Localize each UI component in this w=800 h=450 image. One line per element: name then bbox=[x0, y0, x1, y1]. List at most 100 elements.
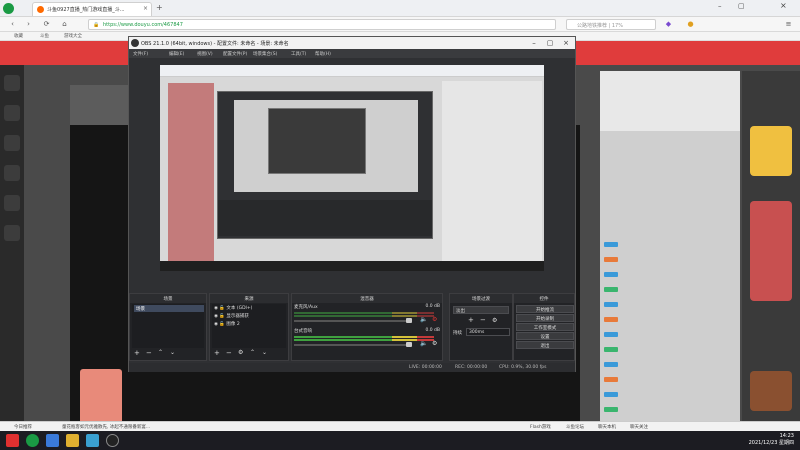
nav-item[interactable] bbox=[4, 165, 20, 181]
lock-icon[interactable]: 🔓 bbox=[219, 314, 225, 319]
studio-mode-button[interactable]: 工作室模式 bbox=[516, 323, 574, 331]
browser-logo-icon[interactable] bbox=[3, 3, 14, 14]
menu-icon[interactable]: ≡ bbox=[784, 20, 793, 29]
source-item[interactable]: ◉ 🔓 文本 (GDI+) bbox=[214, 305, 284, 312]
new-tab-button[interactable]: + bbox=[156, 3, 163, 12]
promo-banner[interactable] bbox=[750, 371, 792, 411]
gear-icon[interactable]: ⚙ bbox=[432, 340, 437, 347]
bookmark-item[interactable]: 收藏 bbox=[14, 33, 23, 39]
eye-icon[interactable]: ◉ bbox=[214, 306, 218, 311]
volume-fader-knob[interactable] bbox=[406, 342, 412, 347]
url-input[interactable]: 🔒 https://www.douyu.com/467847 bbox=[88, 19, 556, 30]
exit-button[interactable]: 退出 bbox=[516, 341, 574, 349]
promo-banner[interactable] bbox=[750, 126, 792, 176]
forward-button[interactable]: › bbox=[24, 20, 33, 29]
nav-item[interactable] bbox=[4, 75, 20, 91]
status-link[interactable]: Flash游戏 bbox=[530, 424, 551, 430]
source-item[interactable]: ◉ 🔓 显示器捕获 bbox=[214, 313, 284, 320]
search-input[interactable]: 公路地铁推荐 | 17% bbox=[566, 19, 656, 30]
transition-select[interactable]: 淡出 bbox=[453, 306, 509, 314]
transition-type: 淡出 bbox=[456, 309, 465, 314]
chat-message bbox=[604, 361, 734, 368]
status-link[interactable]: 斗鱼论坛 bbox=[566, 424, 584, 430]
lock-icon[interactable]: 🔓 bbox=[219, 306, 225, 311]
scenes-dock-title: 场景 bbox=[130, 294, 206, 303]
promo-card[interactable] bbox=[80, 369, 122, 425]
scene-up-icon[interactable]: ⌃ bbox=[158, 349, 163, 356]
back-button[interactable]: ‹ bbox=[8, 20, 17, 29]
nav-item[interactable] bbox=[4, 225, 20, 241]
transition-settings-icon[interactable]: ⚙ bbox=[492, 317, 497, 324]
start-recording-button[interactable]: 开始录制 bbox=[516, 314, 574, 322]
menu-tools[interactable]: 工具(T) bbox=[291, 51, 306, 57]
source-item[interactable]: ◉ 🔓 图像 2 bbox=[214, 321, 284, 328]
add-transition-icon[interactable]: + bbox=[468, 316, 474, 324]
remove-transition-icon[interactable]: − bbox=[480, 316, 486, 324]
add-source-icon[interactable]: + bbox=[214, 349, 220, 357]
volume-fader-knob[interactable] bbox=[406, 318, 412, 323]
menu-profile[interactable]: 配置文件(P) bbox=[223, 51, 247, 57]
taskbar-clock[interactable]: 14:23 2021/12/23 星期四 bbox=[749, 433, 794, 447]
promo-banner[interactable] bbox=[750, 201, 792, 301]
lock-icon[interactable]: 🔓 bbox=[219, 322, 225, 327]
eye-icon[interactable]: ◉ bbox=[214, 314, 218, 319]
duration-input[interactable]: 300ms bbox=[466, 328, 510, 336]
nav-item[interactable] bbox=[4, 135, 20, 151]
remove-source-icon[interactable]: − bbox=[226, 349, 232, 357]
speaker-icon[interactable]: 🔈 bbox=[420, 340, 427, 347]
nav-item[interactable] bbox=[4, 105, 20, 121]
source-down-icon[interactable]: ⌄ bbox=[262, 349, 267, 356]
start-icon[interactable] bbox=[6, 434, 19, 447]
browser-tab[interactable]: 斗鱼0927直播_热门游戏直播_斗... × bbox=[32, 2, 152, 16]
obs-preview[interactable] bbox=[160, 65, 544, 271]
browser-tab-bar: 斗鱼0927直播_热门游戏直播_斗... × + – ▢ × bbox=[0, 0, 800, 17]
extension-icon[interactable]: ◆ bbox=[664, 20, 673, 29]
recommend-label[interactable]: 今日推荐 bbox=[14, 424, 32, 430]
user-icon[interactable]: ● bbox=[686, 20, 695, 29]
obs-maximize-icon[interactable]: ▢ bbox=[545, 39, 555, 47]
status-link[interactable]: 聊天本机 bbox=[598, 424, 616, 430]
obs-taskbar-icon[interactable] bbox=[106, 434, 119, 447]
mixer-dock: 混音器 麦克风/Aux 0.0 dB 🔈 ⚙ 台式音响 0.0 dB 🔈 ⚙ bbox=[291, 293, 443, 361]
eye-icon[interactable]: ◉ bbox=[214, 322, 218, 327]
chat-message bbox=[604, 406, 734, 413]
track-db: 0.0 dB bbox=[425, 328, 440, 333]
home-button[interactable]: ⌂ bbox=[60, 20, 69, 29]
sources-dock: 来源 ◉ 🔓 文本 (GDI+) ◉ 🔓 显示器捕获 ◉ 🔓 图像 2 + − … bbox=[209, 293, 289, 361]
news-ticker[interactable]: 童花瓶客如元优雅散先, 冰起不通限番新宴... bbox=[62, 424, 150, 430]
bookmark-item[interactable]: 斗鱼 bbox=[40, 33, 49, 39]
app-taskbar-icon[interactable] bbox=[86, 434, 99, 447]
status-link[interactable]: 聊天关注 bbox=[630, 424, 648, 430]
settings-button[interactable]: 设置 bbox=[516, 332, 574, 340]
window-minimize-icon[interactable]: – bbox=[718, 2, 722, 10]
scene-down-icon[interactable]: ⌄ bbox=[170, 349, 175, 356]
menu-file[interactable]: 文件(F) bbox=[133, 51, 148, 57]
store-taskbar-icon[interactable] bbox=[46, 434, 59, 447]
scene-item[interactable]: 场景 bbox=[134, 305, 204, 312]
speaker-icon[interactable]: 🔈 bbox=[420, 316, 427, 323]
browser-taskbar-icon[interactable] bbox=[26, 434, 39, 447]
refresh-button[interactable]: ⟳ bbox=[42, 20, 51, 29]
remove-scene-icon[interactable]: − bbox=[146, 349, 152, 357]
chat-message bbox=[604, 241, 734, 248]
window-close-icon[interactable]: × bbox=[780, 1, 787, 10]
source-settings-icon[interactable]: ⚙ bbox=[238, 349, 243, 356]
menu-edit[interactable]: 编辑(E) bbox=[169, 51, 184, 57]
nav-item[interactable] bbox=[4, 195, 20, 211]
gear-icon[interactable]: ⚙ bbox=[432, 316, 437, 323]
volume-fader[interactable] bbox=[294, 320, 409, 322]
folder-taskbar-icon[interactable] bbox=[66, 434, 79, 447]
window-maximize-icon[interactable]: ▢ bbox=[738, 2, 745, 10]
volume-fader[interactable] bbox=[294, 344, 409, 346]
obs-close-icon[interactable]: × bbox=[561, 39, 571, 47]
start-streaming-button[interactable]: 开始推流 bbox=[516, 305, 574, 313]
obs-minimize-icon[interactable]: – bbox=[529, 39, 539, 47]
menu-view[interactable]: 视图(V) bbox=[197, 51, 213, 57]
douyu-favicon-icon bbox=[37, 6, 44, 13]
bookmark-item[interactable]: 游戏大全 bbox=[64, 33, 82, 39]
source-up-icon[interactable]: ⌃ bbox=[250, 349, 255, 356]
menu-scene-collection[interactable]: 场景集合(S) bbox=[253, 51, 277, 57]
add-scene-icon[interactable]: + bbox=[134, 349, 140, 357]
close-tab-icon[interactable]: × bbox=[143, 5, 148, 12]
menu-help[interactable]: 帮助(H) bbox=[315, 51, 331, 57]
